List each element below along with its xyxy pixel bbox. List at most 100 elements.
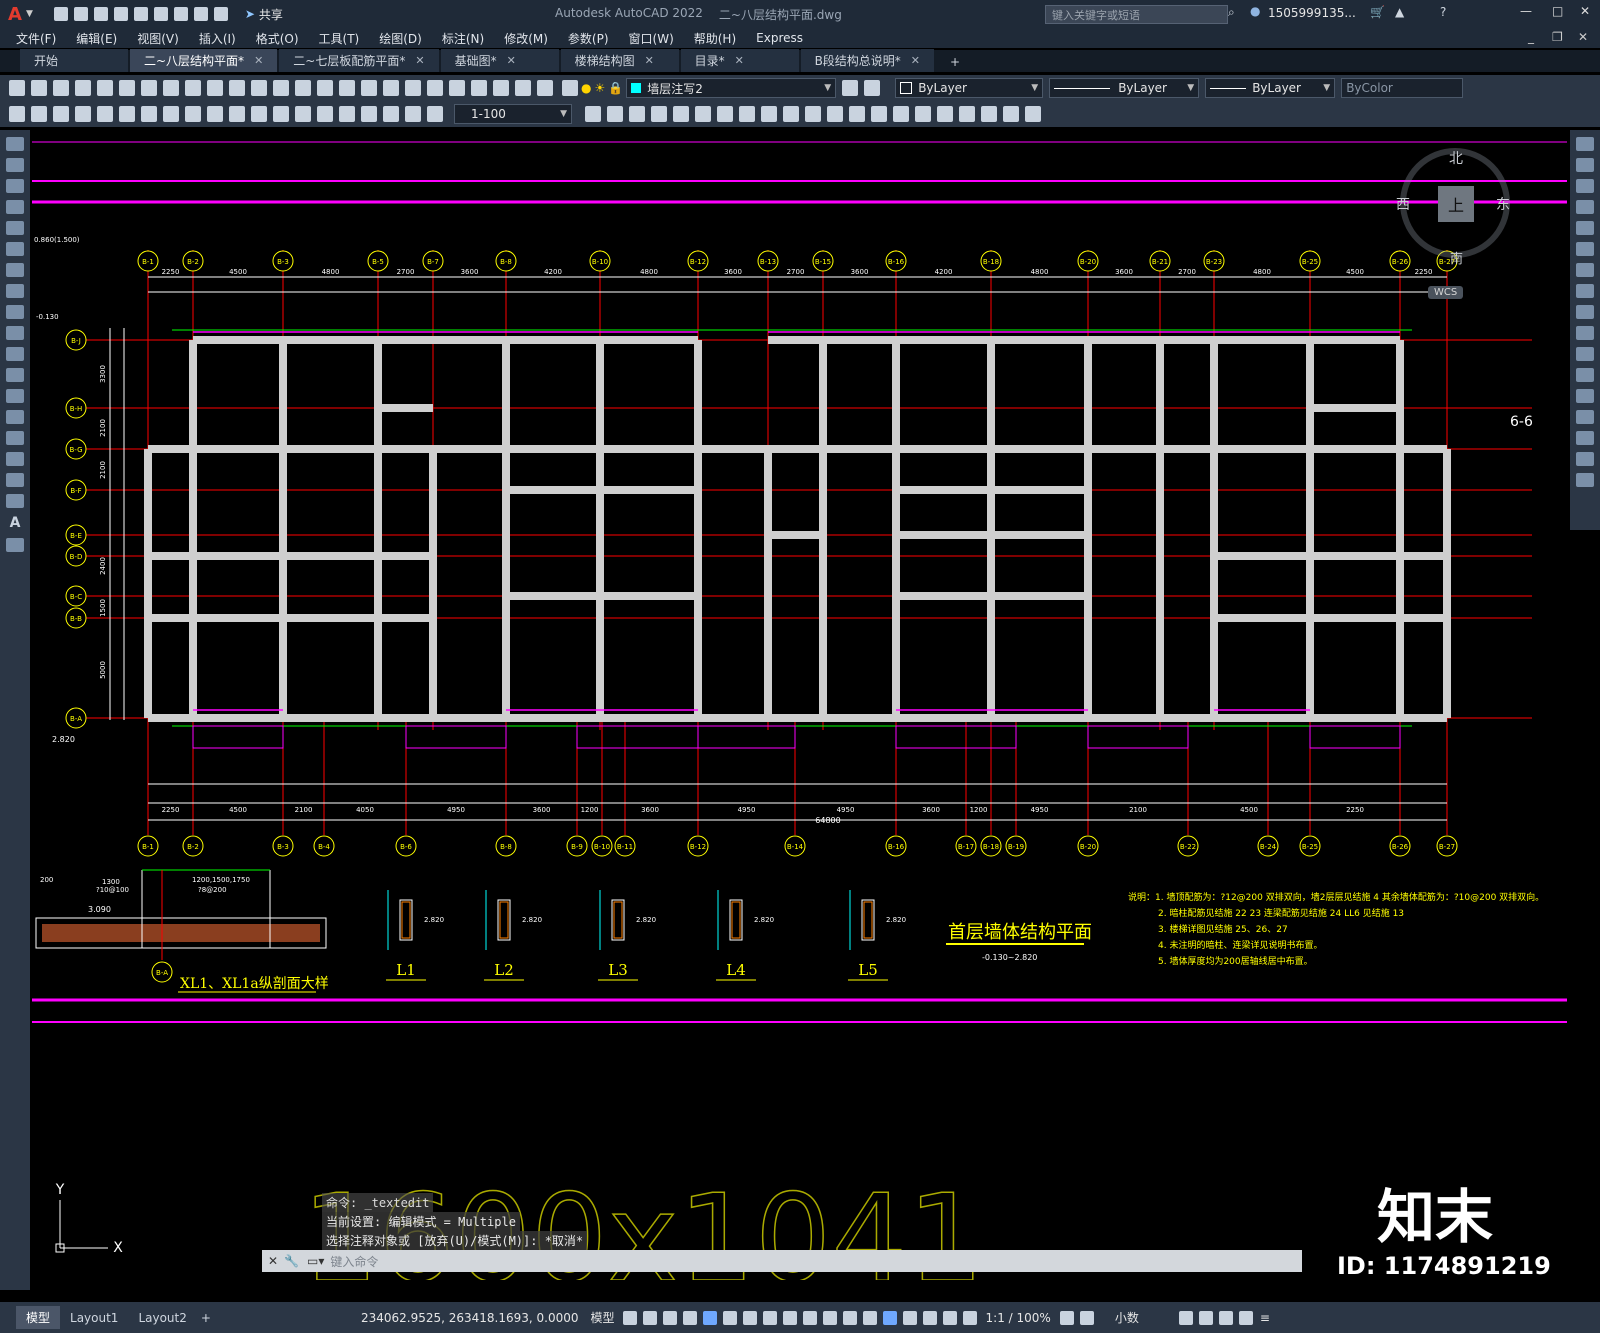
sheet-set-icon[interactable] [471,80,487,96]
open-file-icon[interactable] [73,7,88,21]
ortho-icon[interactable] [702,1310,717,1325]
point-icon[interactable] [6,410,24,424]
zoom-realtime-icon[interactable] [339,80,355,96]
ucs-y-icon[interactable] [805,106,821,122]
dynamic-ucs-icon[interactable] [882,1310,897,1325]
viewcube[interactable]: 北 西 东 南 上 [1396,148,1510,267]
clean-screen-icon[interactable] [1238,1310,1253,1325]
join-icon[interactable] [1576,389,1594,403]
user-icon[interactable]: ● [1250,4,1260,18]
command-recent-icon[interactable]: ▭▾ [307,1254,324,1268]
grid-icon[interactable] [622,1310,637,1325]
menu-edit[interactable]: 编辑(E) [76,30,117,47]
search-input[interactable]: 键入关键字或短语 [1045,5,1228,24]
doc-minimize-icon[interactable]: _ [1528,30,1534,44]
command-close-icon[interactable]: ✕ [268,1254,278,1268]
visual-style-icon[interactable] [849,106,865,122]
properties-icon[interactable] [405,80,421,96]
construction-line-icon[interactable] [6,158,24,172]
share-button[interactable]: 共享 [259,6,283,23]
menu-modify[interactable]: 修改(M) [504,30,548,47]
markup-icon[interactable] [493,80,509,96]
layer-props-icon[interactable] [562,80,578,96]
circle-icon[interactable] [6,263,24,277]
tab-general-notes[interactable]: B段结构总说明* ✕ [800,49,935,72]
ellipse-arc-icon[interactable] [6,347,24,361]
mirror-icon[interactable] [1576,179,1594,193]
dim-continue-icon[interactable] [229,106,245,122]
autodesk-icon[interactable]: ▲ [1395,5,1404,19]
object-snap-tracking-icon[interactable] [762,1310,777,1325]
orbit-icon[interactable] [1003,106,1019,122]
design-center-icon[interactable] [427,80,443,96]
pan-icon[interactable] [317,80,333,96]
explode-icon[interactable] [1576,473,1594,487]
app-logo[interactable]: A [8,4,22,25]
insert-block-icon[interactable] [6,368,24,382]
menu-draw[interactable]: 绘图(D) [379,30,422,47]
wcs-menu[interactable]: WCS [1428,286,1464,299]
jogged-linear-icon[interactable] [361,106,377,122]
new-file-icon[interactable] [53,7,68,21]
menu-insert[interactable]: 插入(I) [199,30,236,47]
command-customize-icon[interactable]: 🔧 [284,1254,299,1268]
dim-break-icon[interactable] [273,106,289,122]
command-input[interactable]: 键入命令 [330,1253,378,1270]
rectangle-icon[interactable] [6,221,24,235]
spline-icon[interactable] [6,305,24,319]
redo-icon[interactable] [213,7,228,21]
search-icon[interactable]: ⌕ [1228,5,1235,20]
offset-icon[interactable] [1576,200,1594,214]
share-icon[interactable]: ➤ [245,7,255,21]
ellipse-icon[interactable] [6,326,24,340]
ucs-origin-icon[interactable] [717,106,733,122]
table-icon[interactable] [6,494,24,508]
ucs-x-icon[interactable] [783,106,799,122]
tool-palettes-icon[interactable] [449,80,465,96]
color-dropdown[interactable]: ByLayer ▼ [895,78,1044,98]
lineweight-icon[interactable] [802,1310,817,1325]
paste-icon[interactable] [207,80,223,96]
plot-icon[interactable] [173,7,188,21]
cut-icon[interactable] [163,80,179,96]
quick-properties-icon[interactable] [1178,1310,1193,1325]
erase-icon[interactable] [1576,137,1594,151]
ucs-zaxis-icon[interactable] [739,106,755,122]
tab-close-icon[interactable]: ✕ [735,54,744,67]
minimize-icon[interactable]: — [1520,4,1532,18]
object-snap-icon[interactable] [782,1310,797,1325]
preview-icon[interactable] [97,80,113,96]
dim-jogged-icon[interactable] [119,106,135,122]
layout-tab-model[interactable]: 模型 [16,1306,61,1329]
gradient-icon[interactable] [6,452,24,466]
dimstyle-dropdown[interactable]: 1-100 ▼ [454,104,572,124]
copy-icon[interactable] [185,80,201,96]
viewcube-east[interactable]: 东 [1496,194,1510,214]
help-icon[interactable] [537,80,553,96]
plot-icon[interactable] [75,80,91,96]
dim-linear-icon[interactable] [9,106,25,122]
revision-cloud-icon[interactable] [6,284,24,298]
scale-icon[interactable] [1576,284,1594,298]
tab-catalog[interactable]: 目录* ✕ [680,49,799,72]
inspection-icon[interactable] [339,106,355,122]
layout-tab-layout1[interactable]: Layout1 [60,1308,128,1328]
dim-angular-icon[interactable] [163,106,179,122]
transparency-icon[interactable] [822,1310,837,1325]
selection-cycling-icon[interactable] [842,1310,857,1325]
block-editor-icon[interactable] [251,80,267,96]
copy-object-icon[interactable] [1576,158,1594,172]
annotation-scale[interactable]: 1:1 / 100% [986,1311,1051,1325]
trim-icon[interactable] [1576,326,1594,340]
ucs-object-icon[interactable] [673,106,689,122]
polyline-icon[interactable] [6,179,24,193]
cart-icon[interactable]: 🛒 [1370,5,1385,19]
hardware-acceleration-icon[interactable] [1218,1310,1233,1325]
save-web-icon[interactable] [153,7,168,21]
tab-close-icon[interactable]: ✕ [507,54,516,67]
match-properties-icon[interactable] [229,80,245,96]
3d-dwf-icon[interactable] [141,80,157,96]
dim-space-icon[interactable] [251,106,267,122]
rotate-icon[interactable] [1576,263,1594,277]
make-block-icon[interactable] [6,389,24,403]
